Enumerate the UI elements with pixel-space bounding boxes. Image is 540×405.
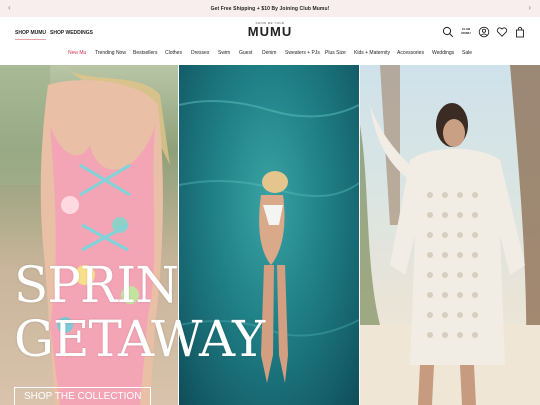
hero-headline-line1: SPRING: [14, 256, 178, 314]
shop-collection-button[interactable]: SHOP THE COLLECTION: [14, 387, 152, 405]
nav-item-trending-now[interactable]: Trending Now: [95, 50, 126, 56]
club-label-bottom: MUMU: [461, 31, 471, 35]
hero-banner[interactable]: SPRIN GETAWAY SHOP THE COLLECTION: [0, 65, 540, 405]
nav-item-new-mu[interactable]: New Mu: [68, 50, 86, 56]
promo-prev-arrow[interactable]: ‹: [8, 3, 11, 13]
nav-item-kids-maternity[interactable]: Kids + Maternity: [354, 50, 390, 56]
nav-item-plus-size[interactable]: Plus Size: [325, 50, 346, 56]
crochet-coverup-illustration: [360, 65, 540, 405]
logo[interactable]: SHOW ME YOUR MUMU: [246, 21, 294, 39]
nav-item-accessories[interactable]: Accessories: [397, 50, 424, 56]
nav-item-sweaters-pjs[interactable]: Sweaters + PJs: [285, 50, 320, 56]
shop-mumu-link[interactable]: SHOP MUMU: [15, 30, 47, 40]
hero-image-crochet-coverup: [360, 65, 540, 405]
promo-bar: ‹ Get Free Shipping + $10 By Joining Clu…: [0, 0, 540, 17]
club-mumu-icon[interactable]: CLUB MUMU: [459, 27, 473, 35]
nav-item-swim[interactable]: Swim: [218, 50, 230, 56]
promo-next-arrow[interactable]: ›: [528, 3, 531, 13]
nav-item-clothes[interactable]: Clothes: [165, 50, 182, 56]
nav-item-bestsellers[interactable]: Bestsellers: [133, 50, 157, 56]
site-header: SHOP MUMU SHOP WEDDINGS SHOW ME YOUR MUM…: [0, 17, 540, 45]
nav-item-denim[interactable]: Denim: [262, 50, 276, 56]
search-icon[interactable]: [442, 26, 454, 38]
nav-item-sale[interactable]: Sale: [462, 50, 472, 56]
wishlist-icon[interactable]: [496, 26, 508, 38]
nav-item-weddings[interactable]: Weddings: [432, 50, 454, 56]
shop-weddings-link[interactable]: SHOP WEDDINGS: [50, 30, 93, 36]
hero-headline-line2: GETAWAY: [14, 310, 265, 368]
nav-item-guest[interactable]: Guest: [239, 50, 252, 56]
main-nav: New Mu Trending Now Bestsellers Clothes …: [0, 45, 540, 62]
promo-text[interactable]: Get Free Shipping + $10 By Joining Club …: [211, 6, 330, 12]
logo-wordmark: MUMU: [247, 24, 293, 39]
bag-icon[interactable]: [514, 26, 526, 38]
nav-item-dresses[interactable]: Dresses: [191, 50, 209, 56]
account-icon[interactable]: [478, 26, 490, 38]
